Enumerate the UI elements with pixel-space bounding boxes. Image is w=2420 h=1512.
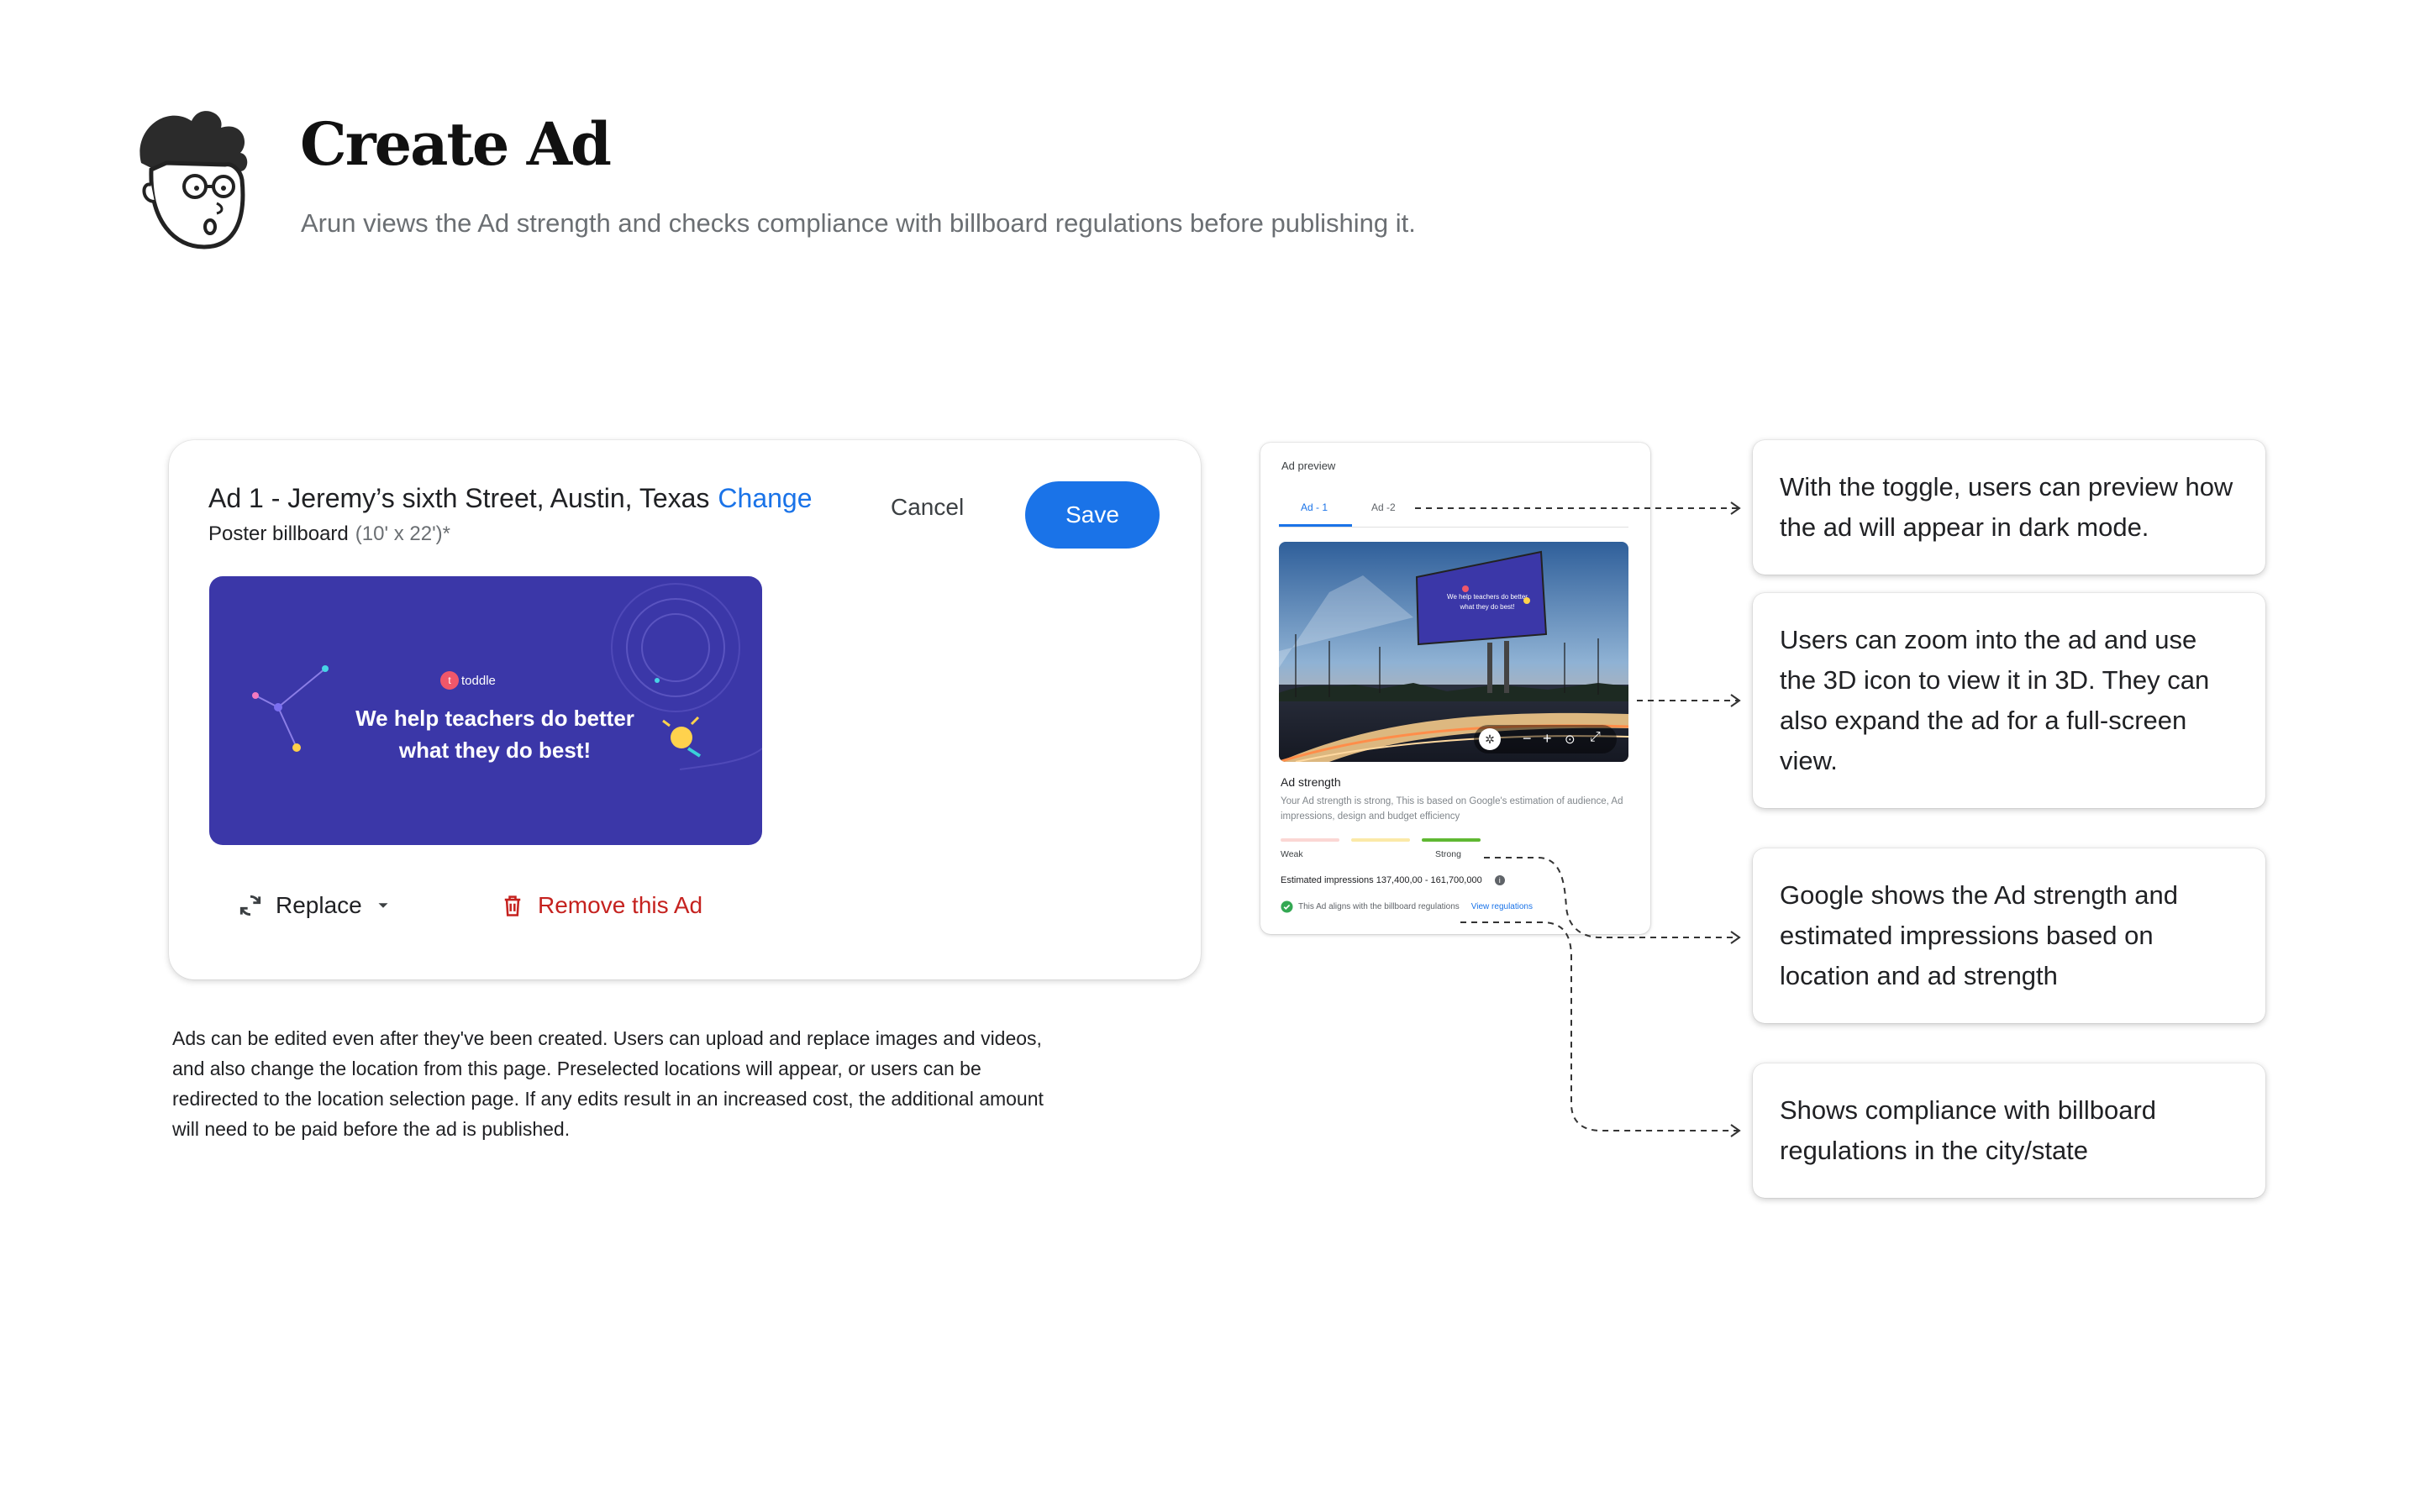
fullscreen-icon[interactable]: ⤢	[1590, 730, 1601, 745]
ad-strength-description: Your Ad strength is strong, This is base…	[1281, 796, 1623, 822]
chevron-down-icon[interactable]	[374, 896, 392, 915]
callout-compliance: Shows compliance with billboard regulati…	[1753, 1063, 2265, 1198]
save-button[interactable]: Save	[1025, 481, 1160, 549]
ad-location-title: Ad 1 - Jeremy’s sixth Street, Austin, Te…	[208, 483, 813, 514]
strength-strong-label: Strong	[1435, 849, 1461, 859]
remove-ad-button[interactable]: Remove this Ad	[501, 892, 702, 919]
remove-label: Remove this Ad	[538, 892, 703, 918]
tab-ad-2[interactable]: Ad -2	[1371, 501, 1396, 513]
change-location-link[interactable]: Change	[718, 483, 812, 513]
view-regulations-link[interactable]: View regulations	[1471, 902, 1533, 911]
svg-text:what they do best!: what they do best!	[1460, 603, 1515, 611]
strength-bar-strong	[1422, 838, 1481, 842]
cancel-button[interactable]: Cancel	[891, 494, 964, 521]
billboard-preview-image: We help teachers do better what they do …	[1279, 542, 1628, 762]
callout-dark-mode: With the toggle, users can preview how t…	[1753, 440, 2265, 575]
ad-strength-heading: Ad strength	[1281, 775, 1341, 789]
active-tab-indicator	[1279, 524, 1352, 527]
ad-name: Ad 1 - Jeremy’s sixth Street, Austin, Te…	[208, 483, 710, 513]
preview-label: Ad preview	[1281, 459, 1336, 472]
strength-weak-label: Weak	[1281, 849, 1303, 859]
banner-headline: We help teachers do better what they do …	[355, 706, 634, 763]
ad-format: Poster billboard (10' x 22')*	[208, 522, 450, 546]
avatar	[139, 111, 248, 249]
brand-icon: t	[440, 671, 459, 690]
3d-icon[interactable]: ✲	[1479, 728, 1501, 750]
svg-text:We help teachers do better: We help teachers do better	[1447, 593, 1528, 601]
strength-bar-medium	[1351, 838, 1410, 842]
compliance-status: This Ad aligns with the billboard regula…	[1281, 900, 1533, 913]
format-label: Poster billboard	[208, 522, 349, 545]
refresh-icon	[239, 895, 261, 916]
page-subtitle: Arun views the Ad strength and checks co…	[301, 208, 1416, 238]
ad-creative-image: t toddle We help teachers do better what …	[209, 576, 762, 845]
strength-bar-weak	[1281, 838, 1339, 842]
recenter-icon[interactable]: ⊙	[1565, 732, 1576, 747]
estimated-impressions: Estimated impressions 137,400,00 - 161,7…	[1281, 875, 1505, 885]
tab-divider	[1279, 527, 1628, 528]
feature-description: Ads can be edited even after they've bee…	[172, 1027, 1044, 1140]
page-title: Create Ad	[300, 109, 612, 179]
info-icon[interactable]: i	[1494, 875, 1505, 885]
callout-zoom-3d: Users can zoom into the ad and use the 3…	[1753, 593, 2265, 808]
compliance-text: This Ad aligns with the billboard regula…	[1298, 902, 1460, 911]
replace-label: Replace	[276, 892, 362, 918]
trash-icon	[504, 895, 521, 916]
impressions-text: Estimated impressions 137,400,00 - 161,7…	[1281, 875, 1482, 885]
format-dimensions: (10' x 22')*	[355, 522, 450, 545]
replace-button[interactable]: Replace	[237, 892, 392, 919]
callout-ad-strength: Google shows the Ad strength and estimat…	[1753, 848, 2265, 1023]
tab-ad-1[interactable]: Ad - 1	[1301, 501, 1328, 513]
check-circle-icon	[1281, 900, 1293, 913]
zoom-in-icon[interactable]: +	[1543, 730, 1552, 748]
zoom-out-icon[interactable]: −	[1523, 730, 1532, 748]
brand-logo: t toddle	[440, 671, 496, 690]
